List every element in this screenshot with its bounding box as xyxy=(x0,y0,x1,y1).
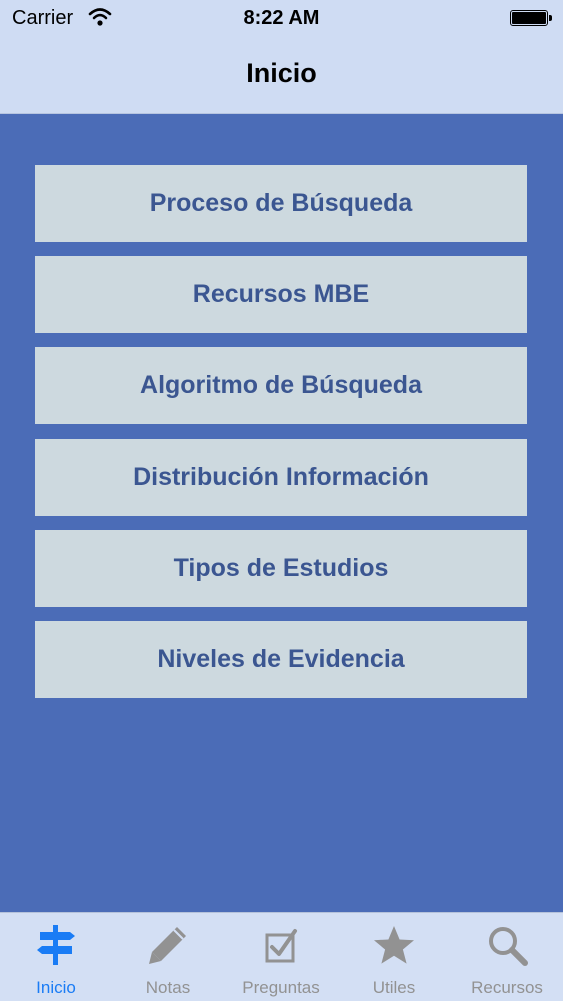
menu-button-recursos-mbe[interactable]: Recursos MBE xyxy=(35,256,527,333)
clock-time: 8:22 AM xyxy=(243,7,320,29)
search-icon xyxy=(489,927,528,966)
star-icon xyxy=(374,926,414,964)
tab-preguntas[interactable]: Preguntas xyxy=(225,913,337,1001)
battery-icon xyxy=(510,10,552,26)
menu-button-tipos-de-estudios[interactable]: Tipos de Estudios xyxy=(35,530,527,607)
tab-recursos[interactable]: Recursos xyxy=(451,913,563,1001)
menu-list: Proceso de Búsqueda Recursos MBE Algorit… xyxy=(0,114,563,912)
tab-label: Inicio xyxy=(36,978,76,997)
tab-inicio[interactable]: Inicio xyxy=(0,913,112,1001)
tab-label: Preguntas xyxy=(242,978,320,997)
tab-utiles[interactable]: Utiles xyxy=(338,913,450,1001)
tab-label: Recursos xyxy=(471,978,543,997)
menu-button-algoritmo-de-busqueda[interactable]: Algoritmo de Búsqueda xyxy=(35,347,527,424)
page-title: Inicio xyxy=(246,58,317,88)
menu-button-niveles-de-evidencia[interactable]: Niveles de Evidencia xyxy=(35,621,527,698)
tab-label: Notas xyxy=(145,978,191,997)
tab-label: Utiles xyxy=(372,978,416,997)
menu-button-distribucion-informacion[interactable]: Distribución Información xyxy=(35,439,527,516)
tab-bar: Inicio Notas Preguntas Utiles Recursos xyxy=(0,912,563,1001)
menu-button-proceso-de-busqueda[interactable]: Proceso de Búsqueda xyxy=(35,165,527,242)
checkbox-icon xyxy=(265,929,297,963)
tab-notas[interactable]: Notas xyxy=(112,913,224,1001)
pencil-icon xyxy=(149,927,186,964)
status-bar: Carrier 8:22 AM xyxy=(0,0,563,40)
signpost-icon xyxy=(37,925,75,965)
navigation-bar: Inicio xyxy=(0,40,563,114)
